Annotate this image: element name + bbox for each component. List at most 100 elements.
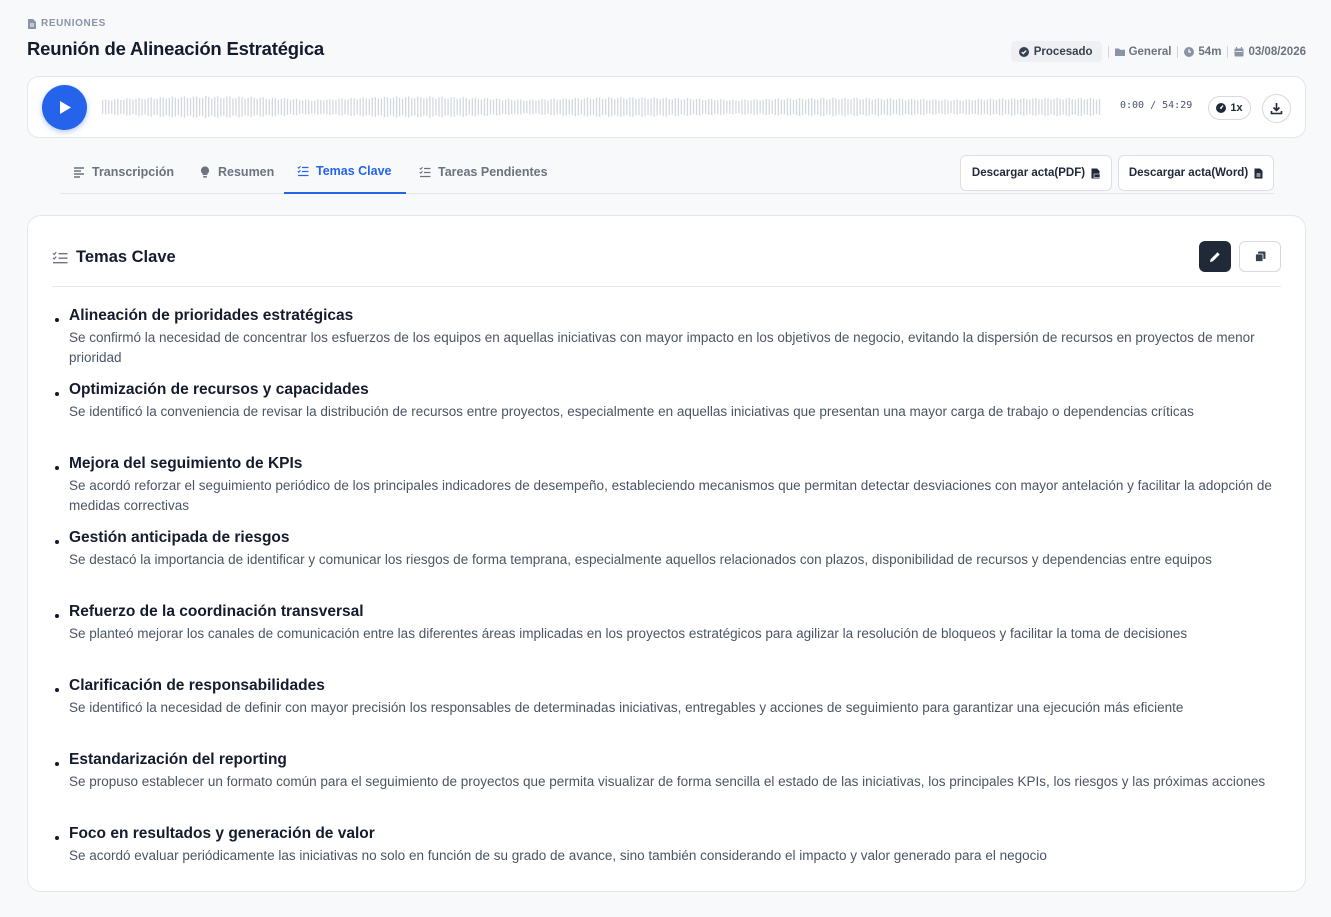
waveform-bar bbox=[462, 97, 464, 117]
topic-description: Se identificó la necesidad de definir co… bbox=[69, 700, 1184, 715]
meeting-meta: Procesado General 54m 03/08/2026 bbox=[1010, 41, 1306, 62]
folder-meta: General bbox=[1114, 46, 1171, 58]
waveform-bar bbox=[208, 96, 210, 118]
waveform-bar bbox=[559, 99, 561, 115]
waveform-bar bbox=[708, 98, 710, 116]
playback-speed-button[interactable]: 1x bbox=[1208, 96, 1251, 120]
waveform-bar bbox=[641, 97, 643, 117]
date-label: 03/08/2026 bbox=[1248, 45, 1306, 58]
waveform-bar bbox=[420, 96, 422, 118]
waveform-bar bbox=[950, 100, 952, 114]
waveform-bar bbox=[447, 98, 449, 116]
waveform-bar bbox=[959, 100, 961, 114]
waveform-bar bbox=[186, 97, 189, 117]
waveform-bar bbox=[323, 100, 325, 114]
waveform-bar bbox=[408, 96, 410, 118]
waveform-bar bbox=[735, 100, 737, 114]
page-title: Reunión de Alineación Estratégica bbox=[27, 38, 325, 59]
waveform-bar bbox=[135, 98, 137, 116]
waveform-bar bbox=[220, 97, 222, 117]
waveform-bar bbox=[608, 97, 610, 117]
waveform-bar bbox=[383, 96, 386, 118]
waveform-bar bbox=[1050, 99, 1052, 115]
waveform-bar bbox=[917, 100, 919, 114]
waveform-bar bbox=[1032, 98, 1034, 116]
card-title-label: Temas Clave bbox=[76, 248, 176, 266]
waveform-bar bbox=[741, 99, 743, 115]
copy-button[interactable] bbox=[1239, 241, 1281, 272]
topic-item: Estandarización del reporting Se propuso … bbox=[52, 749, 1281, 823]
waveform-bar bbox=[174, 97, 177, 117]
topic-description: Se identificó la conveniencia de revisar… bbox=[69, 404, 1194, 419]
waveform-bar bbox=[201, 97, 204, 117]
waveform-bar bbox=[359, 98, 361, 116]
waveform-bar bbox=[1086, 99, 1089, 115]
waveform-bar bbox=[111, 100, 113, 114]
waveform-bar bbox=[880, 99, 883, 115]
waveform-bar bbox=[205, 96, 207, 118]
waveform-bar bbox=[362, 97, 364, 117]
breadcrumb[interactable]: REUNIONES bbox=[27, 18, 106, 29]
waveform-bar bbox=[1089, 97, 1092, 117]
waveform-bar bbox=[423, 98, 425, 116]
waveform-bar bbox=[411, 98, 413, 116]
tab-tareas-pendientes[interactable]: Tareas Pendientes bbox=[406, 154, 561, 194]
waveform-bar bbox=[295, 98, 298, 116]
waveform-bar bbox=[623, 98, 625, 116]
waveform-bar bbox=[859, 99, 861, 115]
waveform-bar bbox=[747, 100, 749, 114]
waveform-bar bbox=[777, 98, 779, 116]
waveform-bar bbox=[850, 99, 852, 115]
waveform-bar bbox=[253, 98, 255, 116]
audio-waveform[interactable] bbox=[102, 95, 1102, 119]
waveform-bar bbox=[271, 97, 273, 117]
waveform-bar bbox=[965, 99, 967, 115]
waveform-bar bbox=[771, 100, 773, 114]
topic-description: Se destacó la importancia de identificar… bbox=[69, 552, 1212, 567]
waveform-bar bbox=[495, 98, 498, 116]
waveform-bar bbox=[350, 97, 352, 117]
download-word-button[interactable]: Descargar acta(Word) bbox=[1118, 155, 1274, 191]
waveform-bar bbox=[538, 99, 540, 115]
tab-temas-clave[interactable]: Temas Clave bbox=[284, 154, 406, 194]
waveform-bar bbox=[847, 98, 849, 116]
waveform-bar bbox=[644, 97, 646, 117]
waveform-bar bbox=[150, 97, 152, 117]
waveform-bar bbox=[380, 98, 383, 116]
waveform-bar bbox=[659, 99, 661, 115]
waveform-bar bbox=[214, 97, 216, 117]
waveform-bar bbox=[626, 99, 628, 115]
edit-button[interactable] bbox=[1199, 241, 1231, 272]
waveform-bar bbox=[620, 97, 622, 117]
waveform-bar bbox=[529, 99, 531, 115]
waveform-bar bbox=[1041, 99, 1043, 115]
topic-description: Se acordó reforzar el seguimiento periód… bbox=[69, 478, 1272, 513]
waveform-bar bbox=[883, 99, 886, 115]
waveform-bar bbox=[314, 100, 316, 114]
waveform-bar bbox=[292, 99, 295, 115]
tab-transcripcion[interactable]: Transcripción bbox=[60, 154, 187, 194]
waveform-bar bbox=[935, 99, 937, 115]
download-pdf-button[interactable]: Descargar acta(PDF) bbox=[960, 155, 1112, 191]
download-audio-button[interactable] bbox=[1262, 94, 1291, 123]
waveform-bar bbox=[511, 99, 513, 115]
waveform-bar bbox=[520, 99, 522, 115]
folder-icon bbox=[1114, 48, 1125, 56]
waveform-bar bbox=[1056, 97, 1058, 117]
waveform-bar bbox=[647, 99, 649, 115]
duration-meta: 54m bbox=[1184, 46, 1221, 58]
waveform-bar bbox=[308, 99, 310, 115]
play-button[interactable] bbox=[42, 85, 87, 130]
waveform-bar bbox=[586, 97, 589, 117]
tab-resumen[interactable]: Resumen bbox=[186, 154, 287, 194]
waveform-bar bbox=[141, 98, 143, 116]
waveform-bar bbox=[235, 98, 237, 116]
topic-description: Se propuso establecer un formato común p… bbox=[69, 774, 1266, 789]
topic-item: Foco en resultados y generación de valor… bbox=[52, 823, 1281, 897]
waveform-bar bbox=[547, 100, 549, 114]
waveform-bar bbox=[417, 96, 419, 118]
waveform-bar bbox=[192, 96, 195, 118]
waveform-bar bbox=[247, 97, 249, 117]
waveform-bar bbox=[971, 100, 973, 114]
waveform-bar bbox=[868, 98, 870, 116]
